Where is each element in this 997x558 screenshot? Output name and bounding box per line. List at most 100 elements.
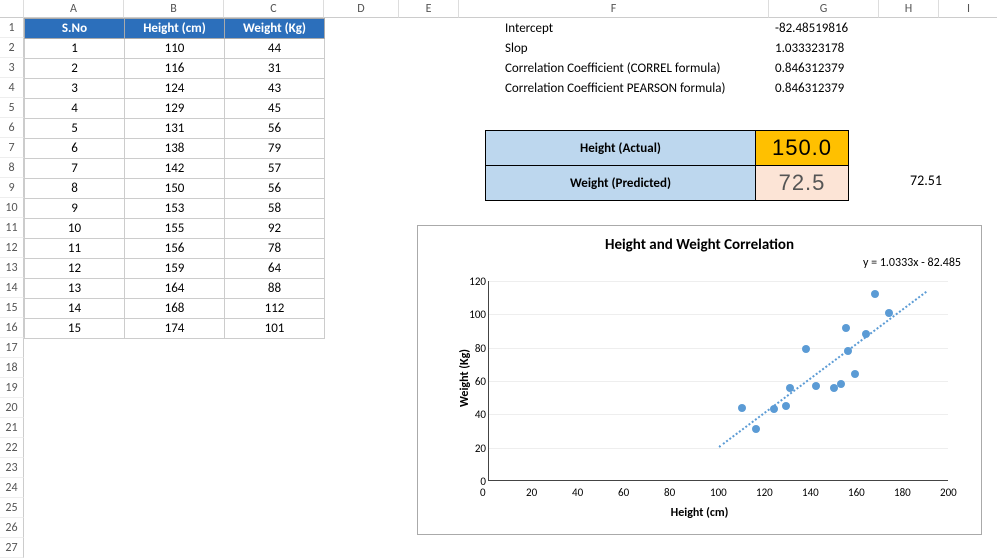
cell[interactable]: 15 [25,319,125,339]
th-sno[interactable]: S.No [25,19,125,39]
row-header-18[interactable]: 18 [0,358,24,378]
col-header-F[interactable]: F [459,0,769,18]
chart[interactable]: Height and Weight Correlation y = 1.0333… [417,225,982,535]
row-header-22[interactable]: 22 [0,438,24,458]
cell[interactable]: 150 [125,179,225,199]
table-row[interactable]: 111044 [25,39,325,59]
row-header-16[interactable]: 16 [0,318,24,338]
cell[interactable]: 5 [25,119,125,139]
table-row[interactable]: 211631 [25,59,325,79]
cell[interactable]: 155 [125,219,225,239]
row-header-14[interactable]: 14 [0,278,24,298]
cell[interactable]: 101 [225,319,325,339]
table-row[interactable]: 1215964 [25,259,325,279]
side-predicted-value[interactable]: 72.51 [910,172,942,189]
row-header-2[interactable]: 2 [0,38,24,58]
stat-row[interactable]: Correlation Coefficient PEARSON formula)… [505,78,875,98]
table-row[interactable]: 815056 [25,179,325,199]
cell[interactable]: 2 [25,59,125,79]
cell[interactable]: 44 [225,39,325,59]
row-header-3[interactable]: 3 [0,58,24,78]
cell[interactable]: 45 [225,99,325,119]
cell[interactable]: 56 [225,119,325,139]
table-row[interactable]: 312443 [25,79,325,99]
stat-row[interactable]: Slop1.033323178 [505,38,875,58]
cell[interactable]: 88 [225,279,325,299]
cell[interactable]: 8 [25,179,125,199]
row-header-12[interactable]: 12 [0,238,24,258]
cell[interactable]: 12 [25,259,125,279]
cell[interactable]: 116 [125,59,225,79]
cell[interactable]: 56 [225,179,325,199]
row-header-23[interactable]: 23 [0,458,24,478]
table-row[interactable]: 1115678 [25,239,325,259]
row-header-25[interactable]: 25 [0,498,24,518]
cell[interactable]: 168 [125,299,225,319]
col-header-H[interactable]: H [879,0,939,18]
row-header-7[interactable]: 7 [0,138,24,158]
cell[interactable]: 110 [125,39,225,59]
cell[interactable]: 78 [225,239,325,259]
row-header-19[interactable]: 19 [0,378,24,398]
table-row[interactable]: 513156 [25,119,325,139]
col-header-G[interactable]: G [769,0,879,18]
table-row[interactable]: 412945 [25,99,325,119]
stat-row[interactable]: Intercept-82.48519816 [505,18,875,38]
row-header-21[interactable]: 21 [0,418,24,438]
cell[interactable]: 156 [125,239,225,259]
cell[interactable]: 79 [225,139,325,159]
row-header-9[interactable]: 9 [0,178,24,198]
cell[interactable]: 7 [25,159,125,179]
cell[interactable]: 142 [125,159,225,179]
row-header-6[interactable]: 6 [0,118,24,138]
cell[interactable]: 64 [225,259,325,279]
table-row[interactable]: 714257 [25,159,325,179]
height-actual-value[interactable]: 150.0 [756,131,848,165]
row-header-5[interactable]: 5 [0,98,24,118]
row-header-4[interactable]: 4 [0,78,24,98]
table-row[interactable]: 613879 [25,139,325,159]
col-header-I[interactable]: I [939,0,997,18]
table-row[interactable]: 1316488 [25,279,325,299]
cell[interactable]: 112 [225,299,325,319]
cell[interactable]: 31 [225,59,325,79]
cell[interactable]: 11 [25,239,125,259]
row-header-10[interactable]: 10 [0,198,24,218]
cell[interactable]: 6 [25,139,125,159]
row-header-15[interactable]: 15 [0,298,24,318]
th-weight[interactable]: Weight (Kg) [225,19,325,39]
cell[interactable]: 58 [225,199,325,219]
cell[interactable]: 131 [125,119,225,139]
cell[interactable]: 13 [25,279,125,299]
col-header-A[interactable]: A [24,0,124,18]
cell[interactable]: 164 [125,279,225,299]
stat-row[interactable]: Correlation Coefficient (CORREL formula)… [505,58,875,78]
cell[interactable]: 3 [25,79,125,99]
cell[interactable]: 174 [125,319,225,339]
row-header-11[interactable]: 11 [0,218,24,238]
col-header-B[interactable]: B [124,0,224,18]
row-header-1[interactable]: 1 [0,18,24,38]
cell[interactable]: 159 [125,259,225,279]
row-header-13[interactable]: 13 [0,258,24,278]
row-header-20[interactable]: 20 [0,398,24,418]
col-header-E[interactable]: E [399,0,459,18]
row-header-17[interactable]: 17 [0,338,24,358]
col-header-D[interactable]: D [324,0,399,18]
cell[interactable]: 10 [25,219,125,239]
cell[interactable]: 153 [125,199,225,219]
cell[interactable]: 1 [25,39,125,59]
cell[interactable]: 4 [25,99,125,119]
cell[interactable]: 129 [125,99,225,119]
row-header-8[interactable]: 8 [0,158,24,178]
row-header-27[interactable]: 27 [0,538,24,558]
row-header-26[interactable]: 26 [0,518,24,538]
cell[interactable]: 9 [25,199,125,219]
cell[interactable]: 14 [25,299,125,319]
row-header-24[interactable]: 24 [0,478,24,498]
table-row[interactable]: 14168112 [25,299,325,319]
cell[interactable]: 57 [225,159,325,179]
cell[interactable]: 92 [225,219,325,239]
table-row[interactable]: 15174101 [25,319,325,339]
table-row[interactable]: 1015592 [25,219,325,239]
